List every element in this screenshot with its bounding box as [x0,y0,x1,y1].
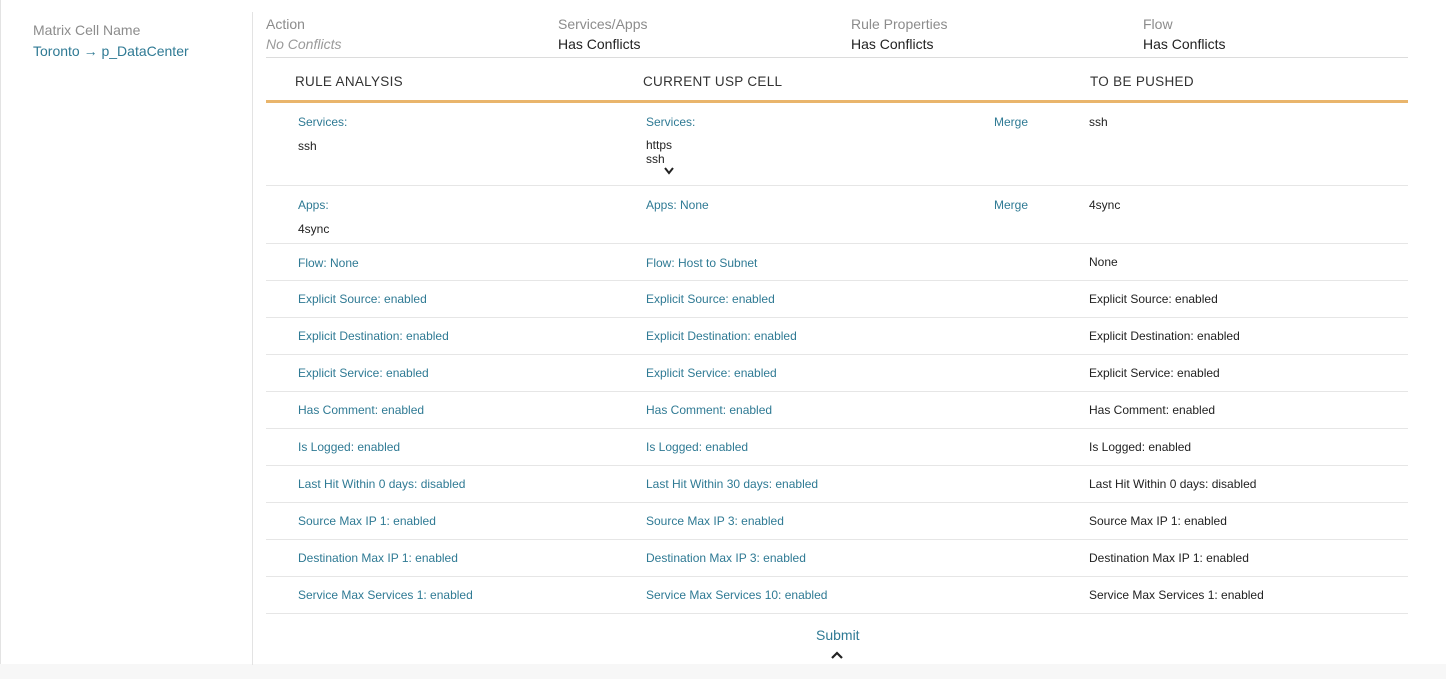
services-analysis-cell: Services: ssh [298,115,347,153]
summary-rule-properties: Rule Properties Has Conflicts [851,16,948,52]
analysis-cell: Flow: None [298,256,359,270]
property-row: Source Max IP 1: enabled Source Max IP 3… [266,503,1408,540]
analysis-cell: Source Max IP 1: enabled [298,514,436,528]
property-row: Flow: None Flow: Host to Subnet None [266,244,1408,281]
apps-analysis-value: 4sync [298,222,330,236]
services-row: Services: ssh Services: https ssh Merge … [266,103,1408,186]
summary-flow: Flow Has Conflicts [1143,16,1225,52]
pushed-cell: Last Hit Within 0 days: disabled [1089,477,1257,491]
analysis-cell: Service Max Services 1: enabled [298,588,473,602]
matrix-cell-link[interactable]: Toronto → p_DataCenter [33,43,243,59]
analysis-cell: Is Logged: enabled [298,440,401,454]
summary-flow-value: Has Conflicts [1143,36,1226,52]
summary-services-apps: Services/Apps Has Conflicts [558,16,647,52]
pushed-cell: Source Max IP 1: enabled [1089,514,1227,528]
pushed-cell: Explicit Destination: enabled [1089,329,1240,343]
apps-analysis-label: Apps: [298,198,329,212]
pushed-cell: Service Max Services 1: enabled [1089,588,1264,602]
pushed-cell: Is Logged: enabled [1089,440,1192,454]
services-current-item: https [646,138,673,152]
apps-analysis-cell: Apps: 4sync [298,198,329,236]
chevron-down-icon[interactable] [663,166,675,176]
bottom-strip [0,664,1446,679]
table-header: RULE ANALYSIS CURRENT USP CELL TO BE PUS… [266,58,1408,103]
services-current-list: https ssh [646,138,695,166]
summary-rule-properties-label: Rule Properties [851,16,948,32]
summary-rule-properties-value: Has Conflicts [851,36,934,52]
analysis-cell: Explicit Destination: enabled [298,329,449,343]
property-row: Explicit Source: enabled Explicit Source… [266,281,1408,318]
pushed-cell: None [1089,255,1118,269]
header-rule-analysis: RULE ANALYSIS [295,74,403,89]
property-row: Service Max Services 1: enabled Service … [266,577,1408,614]
services-analysis-value: ssh [298,139,317,153]
apps-current-value: Apps: None [646,198,709,212]
current-cell: Has Comment: enabled [646,403,773,417]
analysis-cell: Has Comment: enabled [298,403,425,417]
header-current-usp-cell: CURRENT USP CELL [643,74,783,89]
current-cell: Destination Max IP 3: enabled [646,551,806,565]
analysis-cell: Destination Max IP 1: enabled [298,551,458,565]
summary-action: Action No Conflicts [266,16,341,52]
apps-row: Apps: 4sync Apps: None Merge 4sync [266,186,1408,244]
property-row: Is Logged: enabled Is Logged: enabled Is… [266,429,1408,466]
analysis-cell: Explicit Source: enabled [298,292,427,306]
summary-action-value: No Conflicts [266,36,342,52]
pushed-cell: Explicit Source: enabled [1089,292,1218,306]
property-row: Has Comment: enabled Has Comment: enable… [266,392,1408,429]
property-row: Last Hit Within 0 days: disabled Last Hi… [266,466,1408,503]
comparison-table: Services: ssh Services: https ssh Merge … [266,103,1408,614]
services-pushed-value: ssh [1089,115,1108,129]
current-cell: Service Max Services 10: enabled [646,588,828,602]
apps-pushed-value: 4sync [1089,198,1121,212]
current-cell: Source Max IP 3: enabled [646,514,784,528]
pushed-cell: Has Comment: enabled [1089,403,1216,417]
summary-action-label: Action [266,16,305,32]
chevron-up-icon[interactable] [830,650,844,660]
summary-services-apps-label: Services/Apps [558,16,648,32]
matrix-cell-label: Matrix Cell Name [33,22,141,38]
frame-border [0,0,1,679]
conflict-summary: Action No Conflicts Services/Apps Has Co… [266,16,1408,58]
current-cell: Flow: Host to Subnet [646,256,758,270]
services-analysis-label: Services: [298,115,348,129]
services-merge-button[interactable]: Merge [994,115,1028,129]
current-cell: Last Hit Within 30 days: enabled [646,477,819,491]
services-current-label: Services: [646,115,696,129]
services-current-cell: Services: https ssh [646,115,695,176]
submit-button[interactable]: Submit [816,627,860,643]
vertical-divider [252,12,253,665]
current-cell: Is Logged: enabled [646,440,749,454]
summary-flow-label: Flow [1143,16,1173,32]
summary-services-apps-value: Has Conflicts [558,36,641,52]
pushed-cell: Explicit Service: enabled [1089,366,1220,380]
analysis-cell: Last Hit Within 0 days: disabled [298,477,466,491]
property-row: Destination Max IP 1: enabled Destinatio… [266,540,1408,577]
current-cell: Explicit Service: enabled [646,366,777,380]
header-to-be-pushed: TO BE PUSHED [1090,74,1194,89]
property-row: Explicit Destination: enabled Explicit D… [266,318,1408,355]
property-row: Explicit Service: enabled Explicit Servi… [266,355,1408,392]
pushed-cell: Destination Max IP 1: enabled [1089,551,1249,565]
current-cell: Explicit Destination: enabled [646,329,797,343]
services-current-item: ssh [646,152,665,166]
analysis-cell: Explicit Service: enabled [298,366,429,380]
matrix-cell-panel: Matrix Cell Name Toronto → p_DataCenter [33,22,243,59]
apps-merge-button[interactable]: Merge [994,198,1028,212]
current-cell: Explicit Source: enabled [646,292,775,306]
